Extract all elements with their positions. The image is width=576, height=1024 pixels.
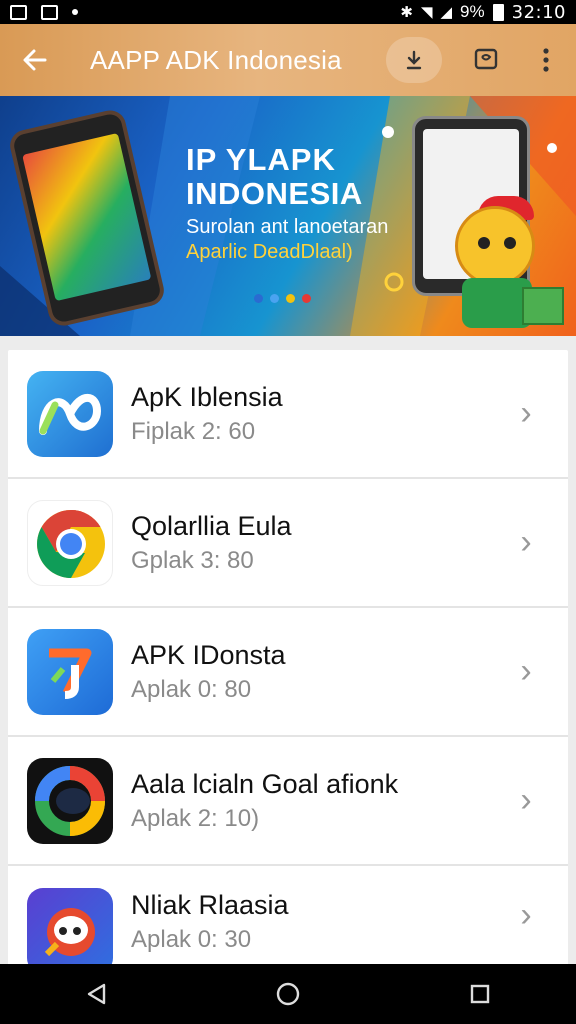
carousel-dot[interactable] xyxy=(286,294,295,303)
banner-heading-2: INDONESIA xyxy=(186,176,363,211)
clock: 32:10 xyxy=(511,1,566,23)
mascot-illustration xyxy=(455,206,535,286)
app-name: APK IDonsta xyxy=(131,639,286,670)
app-subtitle: Fiplak 2: 60 xyxy=(131,417,256,445)
system-nav-bar xyxy=(0,964,576,1024)
sevenj-logo-icon xyxy=(27,628,113,715)
carousel-dot[interactable] xyxy=(270,294,279,303)
carousel-dot[interactable] xyxy=(302,294,311,303)
chevron-right-icon: › xyxy=(520,394,532,432)
image-notification-icon xyxy=(10,4,27,20)
list-item[interactable]: ApK Iblensia Fiplak 2: 60 › xyxy=(8,350,568,479)
app-list: ApK Iblensia Fiplak 2: 60 › Qolarllia Eu… xyxy=(8,350,568,974)
download-button[interactable] xyxy=(386,37,442,83)
app-name: Aala lcialn Goal afionk xyxy=(131,768,399,799)
nav-recents-button[interactable] xyxy=(450,964,510,1024)
chevron-right-icon: › xyxy=(520,896,532,934)
loop-logo-icon xyxy=(27,370,113,457)
banner-subtitle-1: Surolan ant lanoetaran xyxy=(186,216,389,238)
status-left xyxy=(10,4,78,20)
back-arrow-icon xyxy=(23,49,47,71)
chrome-icon xyxy=(27,499,113,586)
app-name: Qolarllia Eula xyxy=(131,510,292,541)
color-ring-icon xyxy=(27,757,113,844)
banner-subtitle-2: Aparlic DeadDlaal) xyxy=(186,241,353,263)
carousel-dot[interactable] xyxy=(254,294,263,303)
signal-icon: ◢ xyxy=(440,4,453,21)
app-name: Nliak Rlaasia xyxy=(131,890,289,920)
list-item[interactable]: Aala lcialn Goal afionk Aplak 2: 10) › xyxy=(8,737,568,866)
page-title: AAPP ADK Indonesia xyxy=(90,44,342,75)
back-triangle-icon xyxy=(87,983,106,1005)
battery-percent: 9% xyxy=(460,2,485,21)
app-subtitle: Aplak 0: 80 xyxy=(131,675,252,703)
list-item[interactable]: Qolarllia Eula Gplak 3: 80 › xyxy=(8,479,568,608)
app-subtitle: Aplak 0: 30 xyxy=(131,926,252,953)
bluetooth-icon: ✱ xyxy=(400,4,413,21)
home-circle-icon xyxy=(276,982,300,1006)
recents-square-icon xyxy=(470,984,490,1004)
chevron-right-icon: › xyxy=(520,652,532,690)
promo-banner[interactable]: IP YLAPK INDONESIA Surolan ant lanoetara… xyxy=(0,96,576,336)
list-item[interactable]: Nliak Rlaasia Aplak 0: 30 › xyxy=(8,866,568,974)
status-right: ✱ ◥ ◢ 9% 32:10 xyxy=(400,2,566,23)
gift-box-illustration xyxy=(522,287,564,325)
more-options-button[interactable] xyxy=(516,24,576,96)
chevron-right-icon: › xyxy=(520,781,532,819)
app-subtitle: Gplak 3: 80 xyxy=(131,546,254,574)
nav-back-button[interactable] xyxy=(66,964,126,1024)
rocket-icon xyxy=(27,888,113,974)
status-bar: ✱ ◥ ◢ 9% 32:10 xyxy=(0,0,576,24)
more-vert-icon xyxy=(543,48,549,72)
app-toolbar: AAPP ADK Indonesia xyxy=(0,24,576,96)
download-icon xyxy=(406,50,422,70)
list-item[interactable]: APK IDonsta Aplak 0: 80 › xyxy=(8,608,568,737)
app-subtitle: Aplak 2: 10) xyxy=(131,804,260,832)
app-name: ApK Iblensia xyxy=(131,381,283,412)
back-button[interactable] xyxy=(0,24,70,96)
nav-home-button[interactable] xyxy=(258,964,318,1024)
battery-icon xyxy=(492,3,504,21)
gallery-notification-icon xyxy=(41,4,58,20)
chat-icon xyxy=(474,48,498,70)
carousel-indicator[interactable] xyxy=(254,294,311,303)
chevron-right-icon: › xyxy=(520,523,532,561)
banner-heading-1: IP YLAPK xyxy=(186,142,336,177)
notification-dot-icon xyxy=(72,9,78,15)
chat-button[interactable] xyxy=(456,24,516,96)
wifi-icon: ◥ xyxy=(420,4,433,21)
